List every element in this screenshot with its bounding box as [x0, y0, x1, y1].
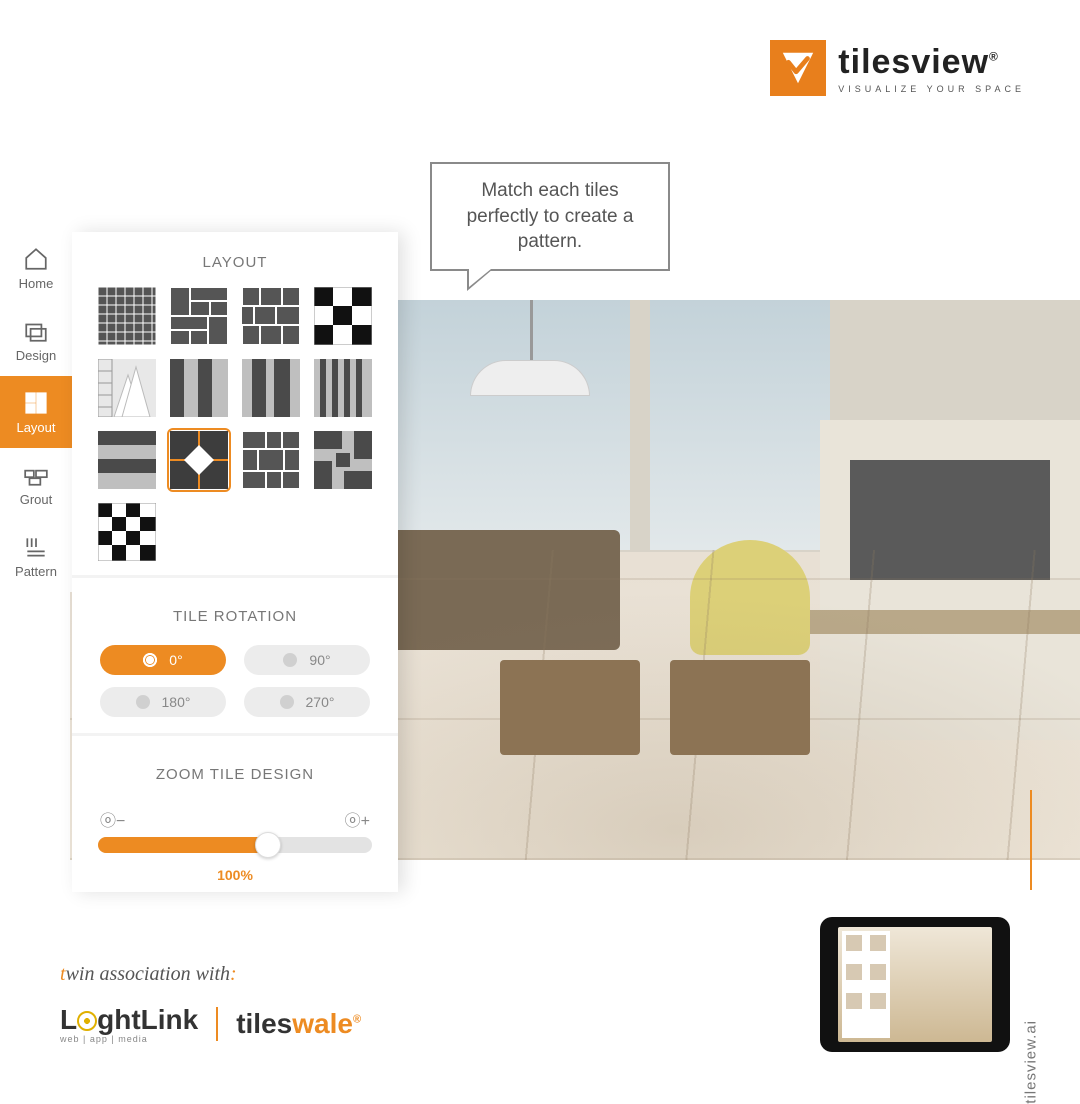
brand-mark-icon — [770, 40, 826, 96]
zoom-slider-fill — [98, 837, 268, 853]
rotation-90-button[interactable]: 90° — [244, 645, 370, 675]
zoom-slider-thumb[interactable] — [255, 832, 281, 858]
zoom-out-icon[interactable]: ⓞ− — [100, 807, 125, 831]
side-nav: Home Design Layout Grout Pattern — [0, 232, 72, 592]
nav-design-label: Design — [16, 348, 56, 363]
nav-home[interactable]: Home — [0, 232, 72, 304]
layout-panel: LAYOUT TILE ROTATION 0° 90° 180° 270° ZO… — [72, 232, 398, 892]
association-text: twin association with: — [60, 963, 361, 986]
radio-dot-icon — [283, 653, 297, 667]
section-title-zoom: ZOOM TILE DESIGN — [72, 744, 398, 799]
rotation-0-button[interactable]: 0° — [100, 645, 226, 675]
accent-rule — [1030, 790, 1032, 890]
tileswale-logo: tileswale® — [236, 1008, 361, 1040]
bulb-icon — [77, 1011, 97, 1031]
zoom-in-icon[interactable]: ⓞ+ — [345, 807, 370, 831]
rotation-buttons: 0° 90° 180° 270° — [72, 641, 398, 733]
brand-tagline: VISUALIZE YOUR SPACE — [838, 84, 1025, 94]
brand-name: tilesview® — [838, 43, 1025, 82]
section-title-layout: LAYOUT — [72, 232, 398, 287]
footer-divider — [216, 1007, 218, 1041]
layout-swatch-pinwheel[interactable] — [314, 431, 372, 489]
nav-pattern[interactable]: Pattern — [0, 520, 72, 592]
zoom-value: 100% — [98, 867, 372, 883]
home-icon — [23, 246, 49, 272]
layout-swatch-brick-offset[interactable] — [242, 287, 300, 345]
tablet-mockup — [820, 917, 1010, 1052]
nav-layout[interactable]: Layout — [0, 376, 72, 448]
radio-dot-icon — [143, 653, 157, 667]
layout-swatch-diamond-center[interactable] — [170, 431, 228, 489]
website-url: tilesview.ai — [1023, 1020, 1040, 1104]
footer: twin association with: LghtLink web | ap… — [60, 963, 361, 1044]
section-title-rotation: TILE ROTATION — [72, 586, 398, 641]
layout-swatch-brick-mix[interactable] — [170, 287, 228, 345]
radio-dot-icon — [280, 695, 294, 709]
layout-swatch-checker-large[interactable] — [314, 287, 372, 345]
nav-layout-label: Layout — [16, 420, 55, 435]
layout-icon — [23, 390, 49, 416]
design-icon — [23, 318, 49, 344]
layout-swatch-stripes-varied[interactable] — [242, 359, 300, 417]
tooltip-speech-bubble: Match each tiles perfectly to create a p… — [430, 162, 670, 271]
rotation-270-button[interactable]: 270° — [244, 687, 370, 717]
layout-swatch-bands-horiz[interactable] — [98, 431, 156, 489]
rotation-270-label: 270° — [306, 694, 335, 710]
nav-home-label: Home — [19, 276, 54, 291]
brand-logo: tilesview® VISUALIZE YOUR SPACE — [770, 40, 1025, 96]
grout-icon — [23, 462, 49, 488]
nav-grout-label: Grout — [20, 492, 53, 507]
zoom-slider[interactable] — [98, 837, 372, 853]
pattern-icon — [23, 534, 49, 560]
layout-swatch-grid-small[interactable] — [98, 287, 156, 345]
layout-swatch-weave-blocks[interactable] — [242, 431, 300, 489]
nav-pattern-label: Pattern — [15, 564, 57, 579]
rotation-0-label: 0° — [169, 652, 182, 668]
rotation-180-button[interactable]: 180° — [100, 687, 226, 717]
radio-dot-icon — [136, 695, 150, 709]
layout-swatch-checker-offset[interactable] — [98, 503, 156, 561]
layout-grid — [72, 287, 398, 575]
nav-design[interactable]: Design — [0, 304, 72, 376]
layout-swatch-stripes-thin[interactable] — [314, 359, 372, 417]
rotation-90-label: 90° — [309, 652, 330, 668]
nav-grout[interactable]: Grout — [0, 448, 72, 520]
lightlink-logo: LghtLink web | app | media — [60, 1004, 198, 1044]
layout-swatch-triangles[interactable] — [98, 359, 156, 417]
layout-swatch-stripes-vert[interactable] — [170, 359, 228, 417]
rotation-180-label: 180° — [162, 694, 191, 710]
